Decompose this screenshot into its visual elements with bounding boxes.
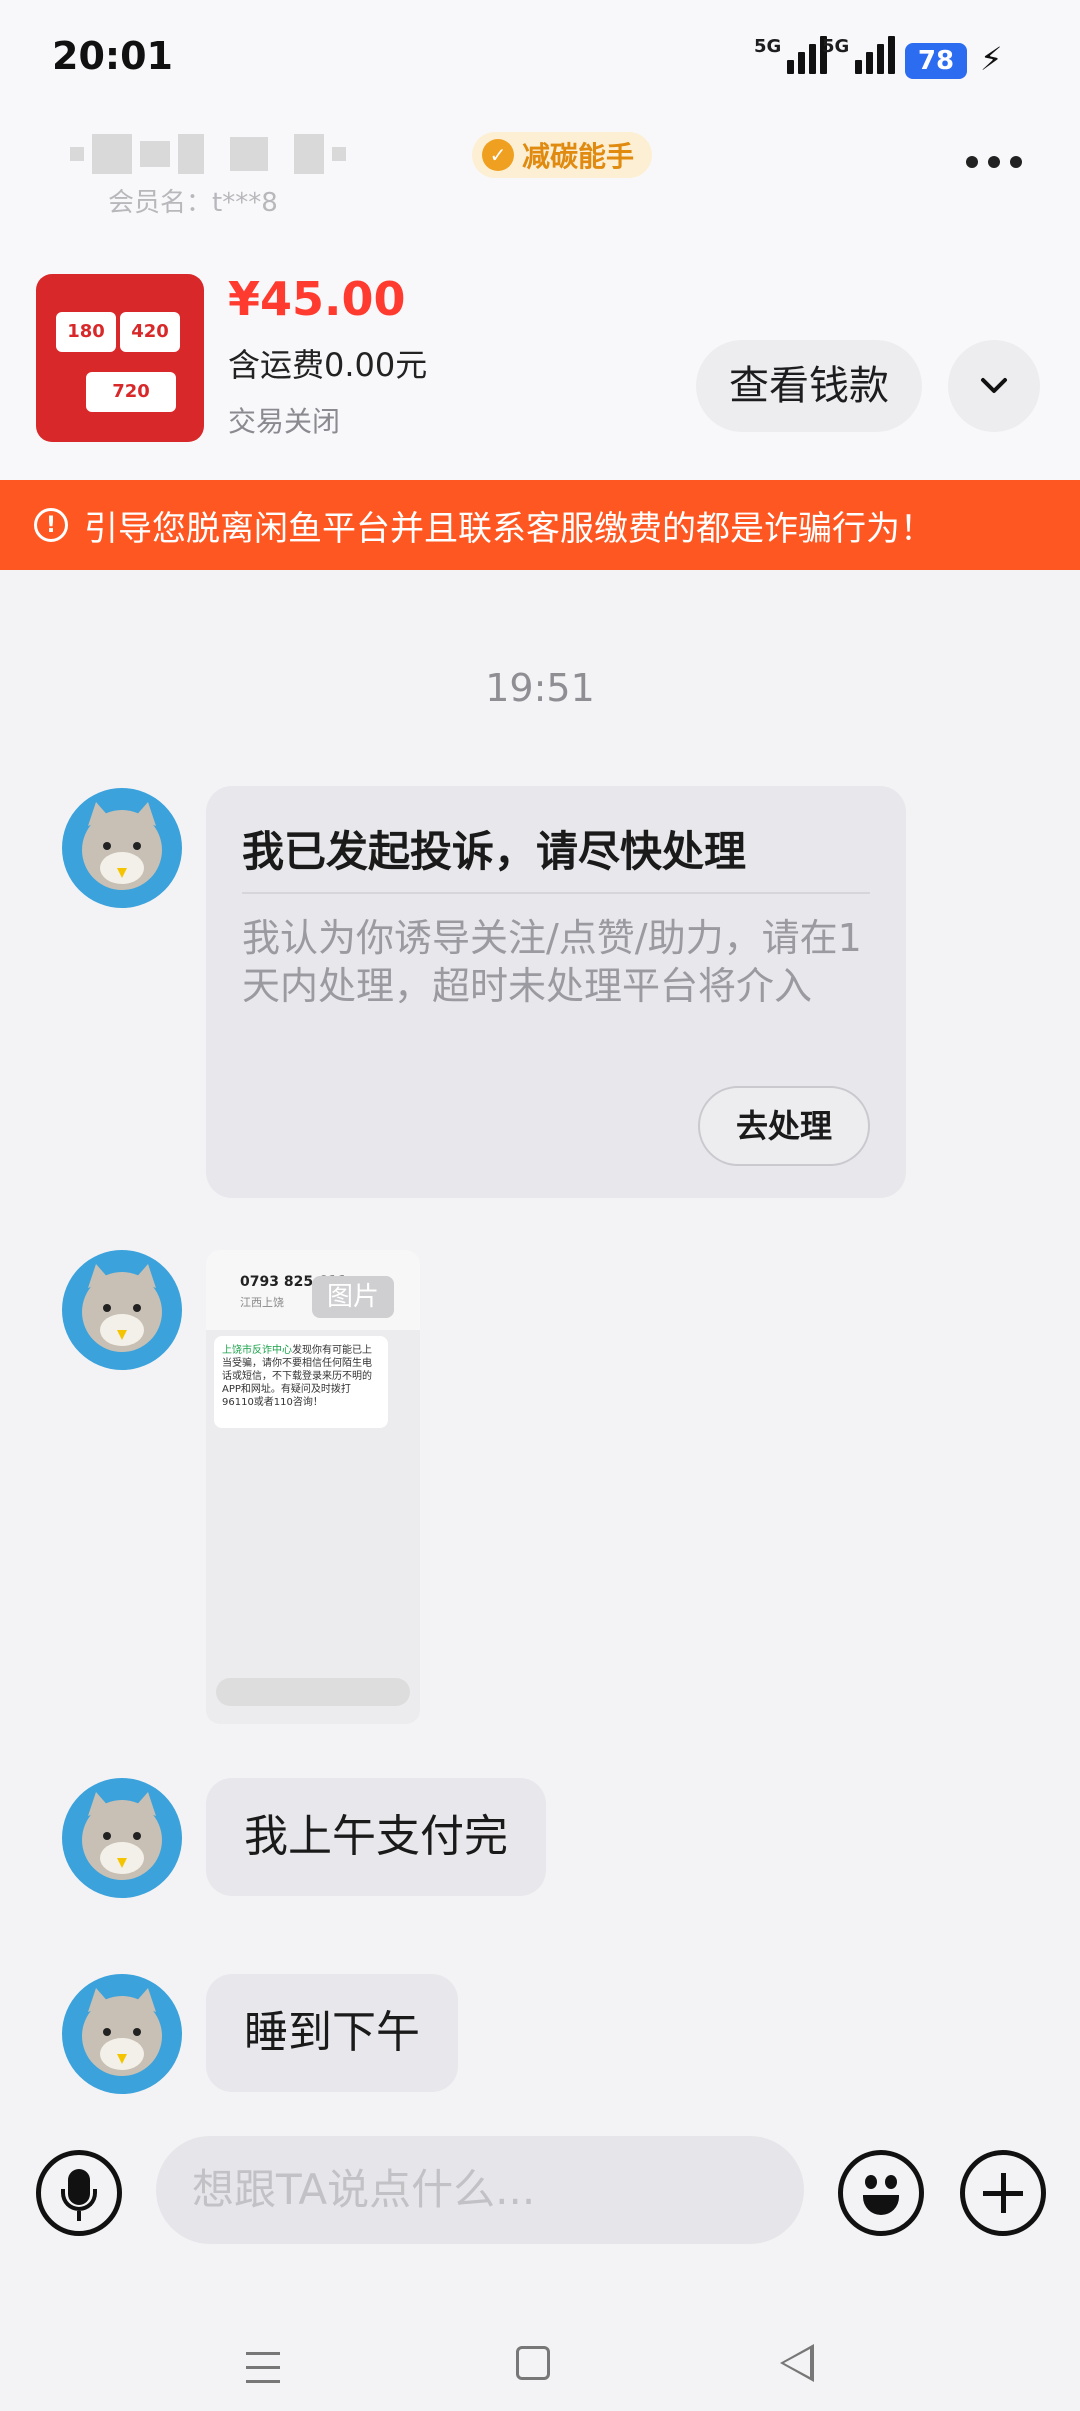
deal-status: 交易关闭 [228, 405, 341, 438]
check-payment-button[interactable]: 查看钱款 [696, 340, 922, 432]
complaint-title: 我已发起投诉，请尽快处理 [242, 827, 747, 876]
system-nav-bar [0, 2280, 1080, 2411]
chat-header-panel: 20:01 5G 5G 78 ⚡ ✓ 减碳能手 会员名：t***8 180 42… [0, 0, 1080, 480]
member-name: 会员名：t***8 [108, 188, 278, 218]
complaint-card: 我已发起投诉，请尽快处理 我认为你诱导关注/点赞/助力，请在1天内处理，超时未处… [206, 786, 906, 1198]
image-message[interactable]: 0793 825 611 江西上饶 图片 上饶市反诈中心发现你有可能已上当受骗，… [206, 1250, 420, 1724]
avatar[interactable] [62, 1778, 182, 1898]
message-bubble: 我上午支付完 [206, 1778, 546, 1896]
screenshot-location: 江西上饶 [240, 1296, 284, 1309]
emoji-icon [865, 2175, 877, 2189]
message-bubble: 睡到下午 [206, 1974, 458, 2092]
signal-icon-2: 5G [822, 36, 896, 74]
leaf-icon: ✓ [482, 139, 514, 171]
complaint-body: 我认为你诱导关注/点赞/助力，请在1天内处理，超时未处理平台将介入 [242, 916, 862, 1008]
avatar[interactable] [62, 788, 182, 908]
recent-apps-button[interactable] [246, 2352, 280, 2394]
cat-avatar-icon [82, 1988, 162, 2076]
eco-badge: ✓ 减碳能手 [472, 132, 653, 178]
message-timestamp: 19:51 [485, 666, 595, 710]
chevron-down-icon [981, 378, 1007, 393]
image-tag: 图片 [312, 1276, 394, 1318]
status-time: 20:01 [52, 34, 173, 78]
handle-complaint-button[interactable]: 去处理 [698, 1086, 870, 1166]
expand-button[interactable] [948, 340, 1040, 432]
chat-header: ✓ 减碳能手 会员名：t***8 [0, 120, 1080, 218]
emoji-button[interactable] [838, 2150, 924, 2236]
screenshot-input-bar [216, 1678, 410, 1706]
charging-icon: ⚡ [980, 40, 1003, 78]
divider [242, 892, 870, 894]
avatar[interactable] [62, 1250, 182, 1370]
more-options-icon[interactable] [966, 156, 1022, 168]
message-input[interactable]: 想跟TA说点什么... [156, 2136, 804, 2244]
avatar[interactable] [62, 1974, 182, 2094]
back-button[interactable] [780, 2344, 814, 2382]
cat-avatar-icon [82, 1264, 162, 1352]
voice-input-button[interactable] [36, 2150, 122, 2236]
fraud-warning-banner: ! 引导您脱离闲鱼平台并且联系客服缴费的都是诈骗行为！ [0, 480, 1080, 570]
home-button[interactable] [516, 2346, 550, 2380]
cat-avatar-icon [82, 802, 162, 890]
shipping-fee: 含运费0.00元 [228, 346, 428, 384]
cat-avatar-icon [82, 1792, 162, 1880]
warning-icon: ! [34, 508, 68, 542]
screenshot-sms: 上饶市反诈中心发现你有可能已上当受骗，请你不要相信任何陌生电话或短信，不下载登录… [214, 1336, 388, 1428]
product-price: ¥45.00 [228, 272, 406, 326]
username-blurred [70, 134, 346, 174]
product-thumbnail[interactable]: 180 420 720 [36, 274, 204, 442]
more-actions-button[interactable] [960, 2150, 1046, 2236]
signal-icon: 5G [754, 36, 828, 74]
battery-icon: 78 [905, 43, 967, 79]
status-bar: 20:01 5G 5G 78 ⚡ [0, 0, 1080, 120]
